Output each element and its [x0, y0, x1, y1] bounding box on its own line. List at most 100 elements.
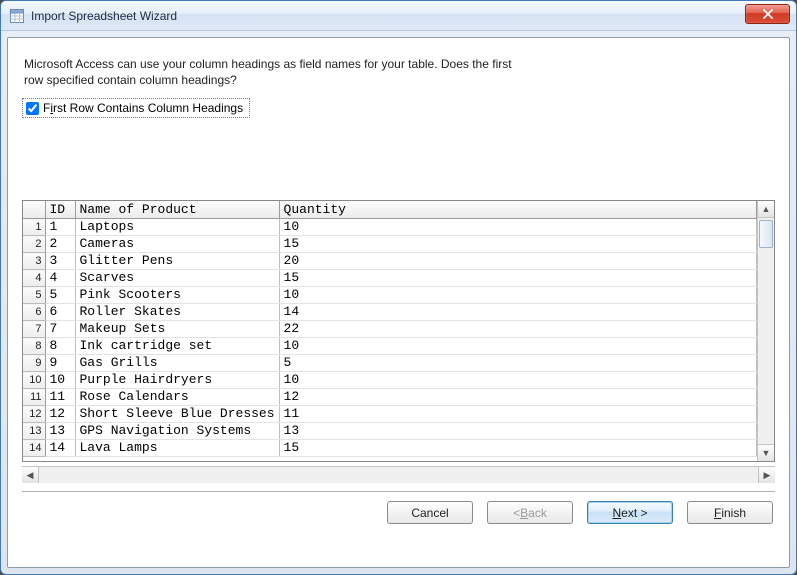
cell-qty: 20 — [279, 253, 756, 270]
row-number: 9 — [23, 355, 45, 372]
cell-name: Cameras — [75, 236, 279, 253]
table-row[interactable]: 44Scarves15 — [23, 270, 757, 287]
table-row[interactable]: 55Pink Scooters10 — [23, 287, 757, 304]
cell-name: Pink Scooters — [75, 287, 279, 304]
row-number: 8 — [23, 338, 45, 355]
row-number: 6 — [23, 304, 45, 321]
row-number: 4 — [23, 270, 45, 287]
first-row-headings-group[interactable]: First Row Contains Column Headings — [22, 98, 250, 118]
cell-name: Ink cartridge set — [75, 338, 279, 355]
vscroll-thumb[interactable] — [759, 220, 773, 248]
table-row[interactable]: 22Cameras15 — [23, 236, 757, 253]
titlebar[interactable]: Import Spreadsheet Wizard — [1, 1, 796, 31]
row-number: 13 — [23, 423, 45, 440]
table-row[interactable]: 99Gas Grills5 — [23, 355, 757, 372]
cancel-button[interactable]: Cancel — [387, 501, 473, 524]
table-row[interactable]: 88Ink cartridge set10 — [23, 338, 757, 355]
cell-qty: 10 — [279, 338, 756, 355]
next-button[interactable]: Next > — [587, 501, 673, 524]
finish-button[interactable]: Finish — [687, 501, 773, 524]
intro-text: Microsoft Access can use your column hea… — [22, 52, 582, 98]
grid-viewport[interactable]: ID Name of Product Quantity 11Laptops102… — [23, 201, 757, 461]
cell-qty: 15 — [279, 236, 756, 253]
button-row: Cancel < Back Next > Finish — [22, 501, 775, 528]
hscroll-track[interactable] — [39, 467, 758, 483]
first-row-headings-checkbox[interactable] — [26, 102, 39, 115]
app-icon — [9, 8, 25, 24]
cell-name: Scarves — [75, 270, 279, 287]
data-table: ID Name of Product Quantity 11Laptops102… — [23, 201, 757, 457]
row-number: 12 — [23, 406, 45, 423]
cell-name: Glitter Pens — [75, 253, 279, 270]
table-row[interactable]: 11Laptops10 — [23, 219, 757, 236]
cell-name: GPS Navigation Systems — [75, 423, 279, 440]
cell-qty: 14 — [279, 304, 756, 321]
row-number: 14 — [23, 440, 45, 457]
cell-qty: 12 — [279, 389, 756, 406]
scroll-up-button[interactable]: ▲ — [758, 201, 774, 218]
table-row[interactable]: 66Roller Skates14 — [23, 304, 757, 321]
cell-id: 5 — [45, 287, 75, 304]
cell-qty: 11 — [279, 406, 756, 423]
horizontal-scrollbar[interactable]: ◀ ▶ — [22, 466, 775, 483]
cell-id: 11 — [45, 389, 75, 406]
cell-id: 12 — [45, 406, 75, 423]
scroll-down-button[interactable]: ▼ — [758, 444, 774, 461]
cell-qty: 5 — [279, 355, 756, 372]
cell-id: 8 — [45, 338, 75, 355]
cell-id: 14 — [45, 440, 75, 457]
client-area: Microsoft Access can use your column hea… — [7, 37, 790, 568]
column-header-qty[interactable]: Quantity — [279, 201, 756, 219]
row-number: 2 — [23, 236, 45, 253]
table-row[interactable]: 1414Lava Lamps15 — [23, 440, 757, 457]
row-number: 5 — [23, 287, 45, 304]
cell-id: 4 — [45, 270, 75, 287]
cell-name: Roller Skates — [75, 304, 279, 321]
cell-id: 1 — [45, 219, 75, 236]
divider — [22, 491, 775, 493]
cell-qty: 10 — [279, 372, 756, 389]
cell-qty: 10 — [279, 219, 756, 236]
scroll-right-button[interactable]: ▶ — [758, 467, 775, 483]
vscroll-track[interactable] — [758, 218, 774, 444]
row-number: 3 — [23, 253, 45, 270]
cell-id: 13 — [45, 423, 75, 440]
cell-name: Gas Grills — [75, 355, 279, 372]
cell-qty: 15 — [279, 270, 756, 287]
cell-id: 10 — [45, 372, 75, 389]
rownum-header[interactable] — [23, 201, 45, 219]
table-row[interactable]: 33Glitter Pens20 — [23, 253, 757, 270]
cell-id: 9 — [45, 355, 75, 372]
preview-grid: ID Name of Product Quantity 11Laptops102… — [22, 200, 775, 462]
scroll-left-button[interactable]: ◀ — [22, 467, 39, 483]
cell-id: 2 — [45, 236, 75, 253]
cell-name: Makeup Sets — [75, 321, 279, 338]
table-row[interactable]: 1010Purple Hairdryers10 — [23, 372, 757, 389]
table-row[interactable]: 77Makeup Sets22 — [23, 321, 757, 338]
vertical-scrollbar[interactable]: ▲ ▼ — [757, 201, 774, 461]
cell-name: Short Sleeve Blue Dresses — [75, 406, 279, 423]
column-header-id[interactable]: ID — [45, 201, 75, 219]
first-row-headings-label[interactable]: First Row Contains Column Headings — [43, 101, 243, 115]
table-row[interactable]: 1313GPS Navigation Systems13 — [23, 423, 757, 440]
column-header-name[interactable]: Name of Product — [75, 201, 279, 219]
cell-id: 7 — [45, 321, 75, 338]
row-number: 10 — [23, 372, 45, 389]
close-button[interactable] — [745, 4, 790, 24]
table-row[interactable]: 1212Short Sleeve Blue Dresses11 — [23, 406, 757, 423]
cell-name: Lava Lamps — [75, 440, 279, 457]
cell-qty: 13 — [279, 423, 756, 440]
wizard-window: Import Spreadsheet Wizard Microsoft Acce… — [0, 0, 797, 575]
cell-name: Purple Hairdryers — [75, 372, 279, 389]
cell-qty: 22 — [279, 321, 756, 338]
row-number: 11 — [23, 389, 45, 406]
cell-name: Laptops — [75, 219, 279, 236]
back-button: < Back — [487, 501, 573, 524]
row-number: 7 — [23, 321, 45, 338]
cell-id: 3 — [45, 253, 75, 270]
cell-id: 6 — [45, 304, 75, 321]
table-row[interactable]: 1111Rose Calendars12 — [23, 389, 757, 406]
window-title: Import Spreadsheet Wizard — [31, 9, 177, 23]
row-number: 1 — [23, 219, 45, 236]
cell-qty: 10 — [279, 287, 756, 304]
